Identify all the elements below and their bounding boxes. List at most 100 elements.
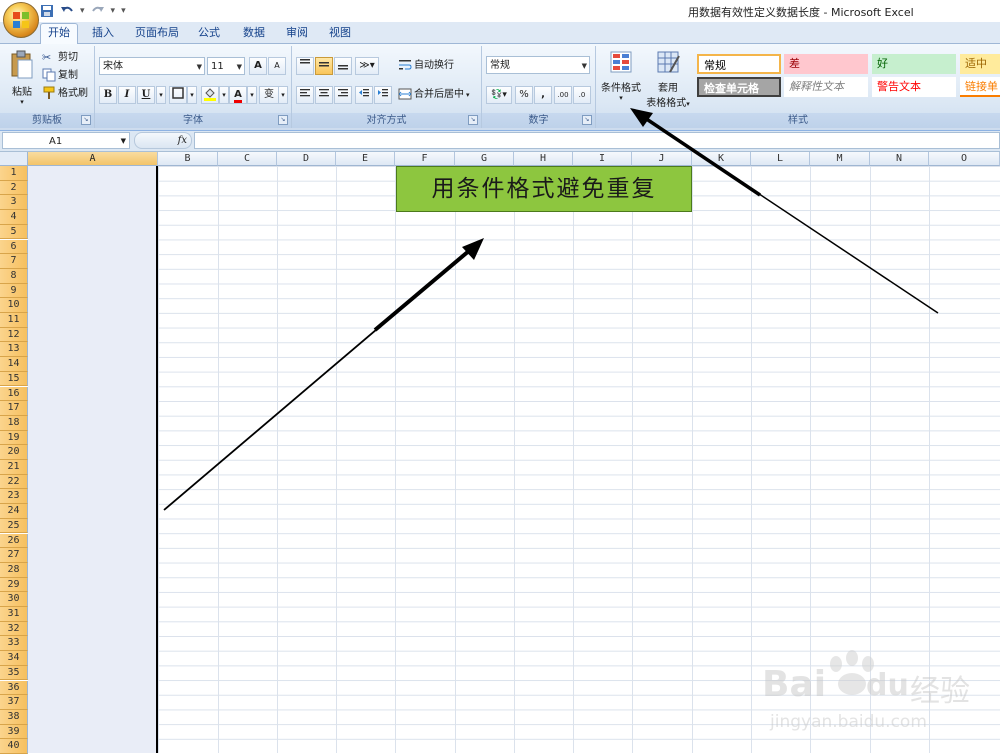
row-header-20[interactable]: 20 [0,445,28,460]
row-header-17[interactable]: 17 [0,401,28,416]
paste-dropdown-icon[interactable]: ▾ [6,98,38,106]
save-icon[interactable] [40,4,54,18]
align-middle-button[interactable] [315,57,333,75]
style-good[interactable]: 好 [872,54,956,74]
row-header-6[interactable]: 6 [0,239,28,255]
font-name-select[interactable]: 宋体 ▼ [99,57,205,75]
row-header-5[interactable]: 5 [0,224,28,240]
name-box[interactable]: A1 ▼ [2,132,130,149]
row-header-24[interactable]: 24 [0,504,28,519]
customize-qat-icon[interactable]: ▾ [121,6,126,16]
font-dialog-launcher[interactable]: ↘ [278,115,288,125]
column-header-d[interactable]: D [277,152,336,166]
row-header-8[interactable]: 8 [0,268,28,284]
row-header-9[interactable]: 9 [0,283,28,299]
borders-button[interactable] [169,86,187,104]
column-header-o[interactable]: O [929,152,1000,166]
alignment-dialog-launcher[interactable]: ↘ [468,115,478,125]
row-header-38[interactable]: 38 [0,709,28,725]
column-header-h[interactable]: H [514,152,573,166]
formula-input[interactable] [194,132,1000,149]
format-as-table-button[interactable]: 套用 表格格式▾ [642,50,694,109]
increase-decimal-button[interactable]: .00 [554,86,572,104]
number-format-select[interactable]: 常规 ▼ [486,56,590,74]
row-header-4[interactable]: 4 [0,210,28,225]
undo-icon[interactable] [60,4,74,18]
row-header-23[interactable]: 23 [0,489,28,505]
row-header-28[interactable]: 28 [0,562,28,578]
merged-title-cell[interactable]: 用条件格式避免重复 [396,166,692,212]
style-explanatory[interactable]: 解释性文本 [784,77,868,97]
font-color-button[interactable]: A [229,86,247,104]
name-box-dropdown-icon[interactable]: ▼ [121,133,126,150]
row-header-15[interactable]: 15 [0,371,28,387]
row-header-34[interactable]: 34 [0,651,28,666]
clipboard-dialog-launcher[interactable]: ↘ [81,115,91,125]
row-header-16[interactable]: 16 [0,386,28,402]
number-dialog-launcher[interactable]: ↘ [582,115,592,125]
style-neutral[interactable]: 适中 [960,54,1000,74]
row-header-19[interactable]: 19 [0,430,28,446]
row-header-27[interactable]: 27 [0,548,28,563]
tab-page-layout[interactable]: 页面布局 [128,24,186,42]
column-header-m[interactable]: M [810,152,870,166]
merge-center-button[interactable]: 合并后居中 ▾ [398,87,470,103]
wrap-text-button[interactable]: 自动换行 [398,58,454,74]
row-header-35[interactable]: 35 [0,665,28,681]
column-header-n[interactable]: N [870,152,929,166]
conditional-formatting-button[interactable]: 条件格式 ▾ [598,50,644,102]
row-header-13[interactable]: 13 [0,342,28,358]
tab-view[interactable]: 视图 [322,24,358,42]
row-header-30[interactable]: 30 [0,592,28,607]
insert-function-button[interactable]: fx [134,132,192,149]
style-linked-cell[interactable]: 链接单 [960,77,1000,97]
percent-button[interactable]: % [515,86,533,104]
bold-button[interactable]: B [99,86,117,104]
row-header-31[interactable]: 31 [0,607,28,622]
row-header-26[interactable]: 26 [0,533,28,549]
tab-home[interactable]: 开始 [40,23,78,44]
font-color-dropdown-icon[interactable]: ▾ [247,86,257,104]
row-header-12[interactable]: 12 [0,327,28,343]
row-header-36[interactable]: 36 [0,680,28,696]
merge-center-dropdown-icon[interactable]: ▾ [466,91,470,99]
style-bad[interactable]: 差 [784,54,868,74]
row-header-40[interactable]: 40 [0,739,28,754]
column-header-i[interactable]: I [573,152,632,166]
increase-indent-button[interactable] [374,86,392,104]
decrease-indent-button[interactable] [355,86,373,104]
italic-button[interactable]: I [118,86,136,104]
row-header-14[interactable]: 14 [0,357,28,372]
align-right-button[interactable] [334,86,352,104]
row-header-22[interactable]: 22 [0,474,28,490]
font-size-select[interactable]: 11 ▼ [207,57,245,75]
align-bottom-button[interactable] [334,57,352,75]
paste-button[interactable]: 粘贴 ▾ [6,50,38,108]
row-header-2[interactable]: 2 [0,180,28,196]
row-header-3[interactable]: 3 [0,195,28,211]
row-header-37[interactable]: 37 [0,695,28,710]
column-header-k[interactable]: K [692,152,751,166]
style-check-cell[interactable]: 检查单元格 [697,77,781,97]
row-header-18[interactable]: 18 [0,415,28,431]
row-header-7[interactable]: 7 [0,254,28,269]
row-header-39[interactable]: 39 [0,724,28,740]
column-header-j[interactable]: J [632,152,692,166]
tab-review[interactable]: 审阅 [279,24,315,42]
underline-button[interactable]: U [137,86,155,104]
copy-button[interactable]: 复制 [42,68,78,84]
undo-dropdown-icon[interactable]: ▾ [80,6,85,16]
sheet-grid[interactable] [28,166,1000,753]
shrink-font-button[interactable]: A [268,57,286,75]
office-button[interactable] [3,2,39,38]
style-warning[interactable]: 警告文本 [872,77,956,97]
comma-button[interactable]: , [534,86,552,104]
row-header-11[interactable]: 11 [0,313,28,328]
tab-formulas[interactable]: 公式 [191,24,227,42]
align-center-button[interactable] [315,86,333,104]
redo-dropdown-icon[interactable]: ▾ [111,6,116,16]
redo-icon[interactable] [91,4,105,18]
style-normal[interactable]: 常规 [697,54,781,74]
phonetic-button[interactable]: 变 [259,86,279,104]
row-header-1[interactable]: 1 [0,166,28,181]
